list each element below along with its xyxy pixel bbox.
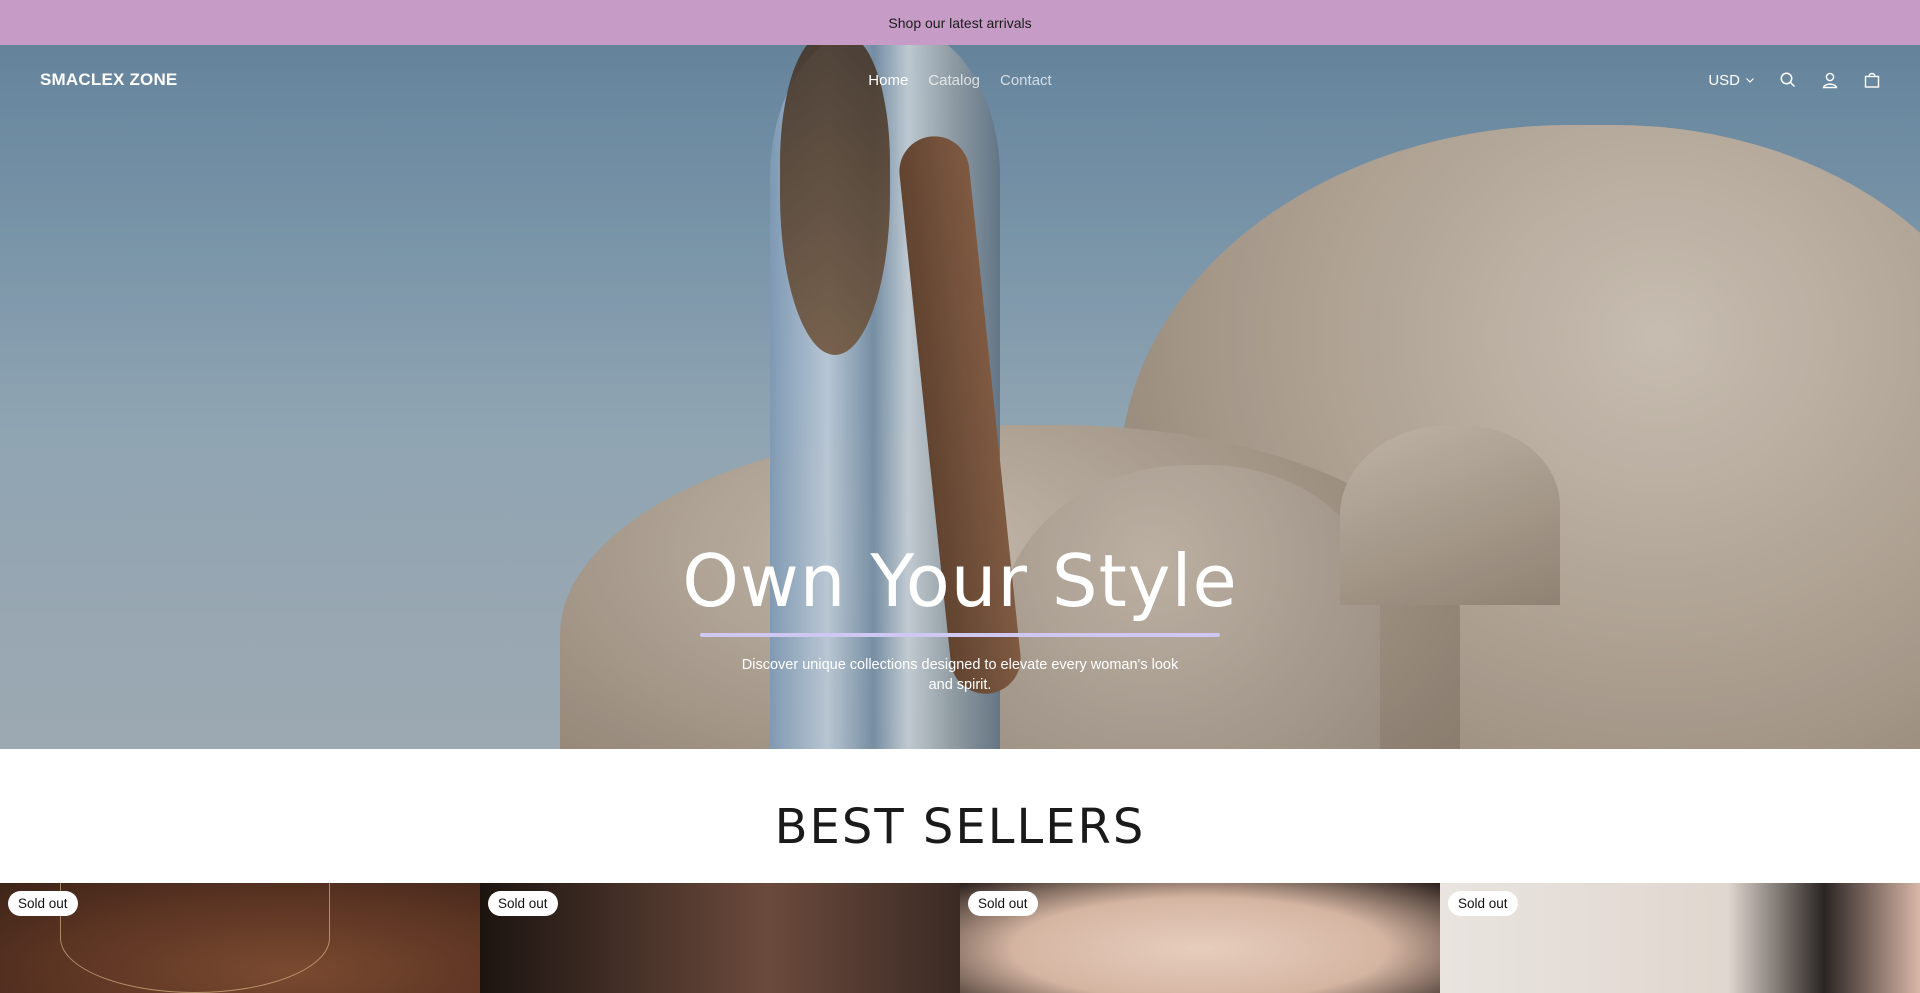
hero-subtitle: Discover unique collections designed to …: [741, 657, 1179, 693]
sold-out-badge: Sold out: [488, 891, 558, 916]
product-card[interactable]: Sold out: [480, 883, 960, 993]
main-nav: Home Catalog Contact: [868, 45, 1051, 115]
search-icon[interactable]: [1778, 70, 1798, 90]
nav-home[interactable]: Home: [868, 72, 908, 89]
hero-banner: SMACLEX ZONE Home Catalog Contact USD Ow…: [0, 45, 1920, 749]
sold-out-badge: Sold out: [1448, 891, 1518, 916]
site-header: SMACLEX ZONE Home Catalog Contact USD: [0, 45, 1920, 115]
hero-title: Own Your Style: [682, 539, 1238, 623]
store-logo[interactable]: SMACLEX ZONE: [40, 70, 177, 90]
sold-out-badge: Sold out: [968, 891, 1038, 916]
cart-icon[interactable]: [1862, 70, 1882, 90]
announcement-bar[interactable]: Shop our latest arrivals: [0, 0, 1920, 45]
header-actions: USD: [1708, 45, 1882, 115]
section-title: BEST SELLERS: [774, 799, 1146, 855]
product-card[interactable]: Sold out: [0, 883, 480, 993]
hero-title-underline: [700, 633, 1220, 637]
best-sellers-section: BEST SELLERS: [0, 749, 1920, 855]
necklace-image: [60, 883, 330, 993]
nav-catalog[interactable]: Catalog: [928, 72, 980, 89]
account-icon[interactable]: [1820, 70, 1840, 90]
currency-selector[interactable]: USD: [1708, 70, 1756, 90]
product-card[interactable]: Sold out: [960, 883, 1440, 993]
chevron-down-icon: [1744, 70, 1756, 90]
product-card[interactable]: Sold out: [1440, 883, 1920, 993]
sold-out-badge: Sold out: [8, 891, 78, 916]
currency-label: USD: [1708, 71, 1740, 89]
announcement-text[interactable]: Shop our latest arrivals: [888, 15, 1031, 31]
product-grid: Sold out Sold out Sold out Sold out: [0, 883, 1920, 993]
hero-content: Own Your Style Discover unique collectio…: [0, 545, 1920, 695]
nav-contact[interactable]: Contact: [1000, 72, 1052, 89]
